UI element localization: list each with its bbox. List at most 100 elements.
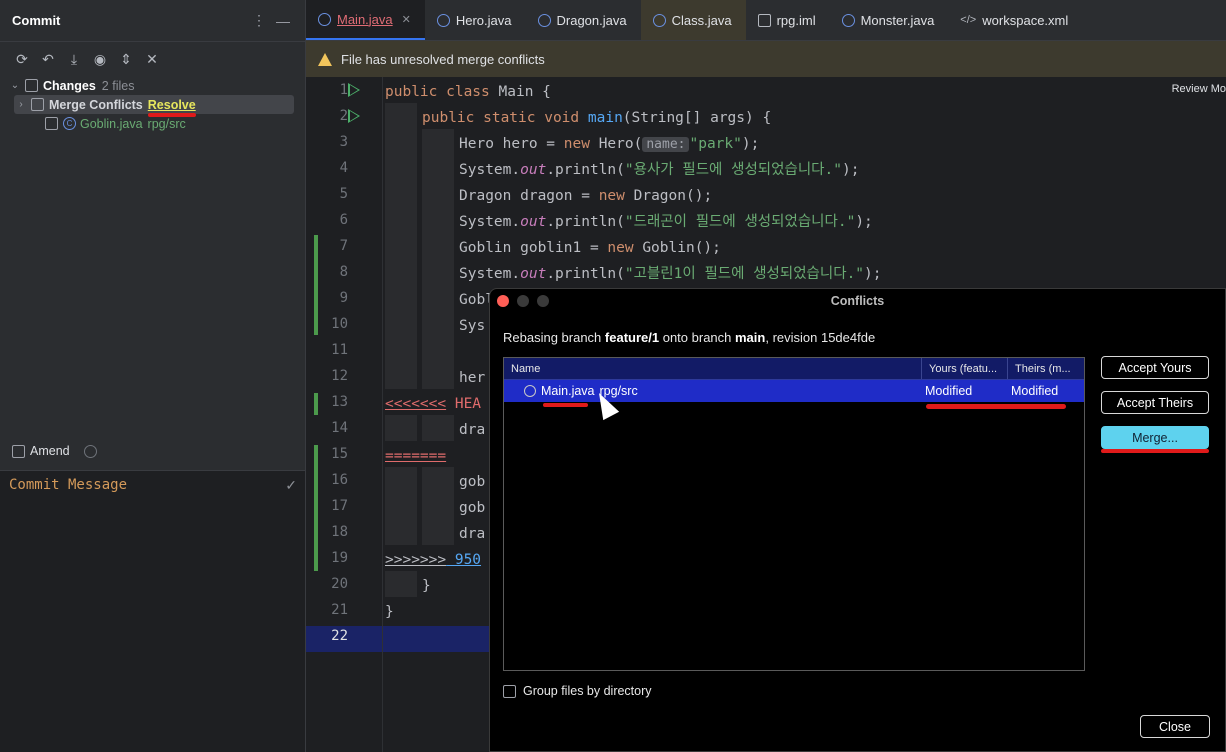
revision-hash: 950 [446,552,482,568]
amend-checkbox[interactable] [12,444,25,458]
tab-rpg-iml[interactable]: rpg.iml [746,0,830,40]
eye-icon[interactable]: ◉ [90,49,110,69]
file-path: rpg/src [147,116,186,131]
merge-conflicts-checkbox[interactable] [31,98,44,111]
tab-label: Hero.java [455,12,512,28]
keyword: new [607,240,643,256]
line-number: 7 [339,238,348,254]
code-text: System. [459,162,521,178]
close-button[interactable]: Close [1140,715,1210,738]
group-by-directory-checkbox[interactable] [503,684,516,698]
xml-file-icon: </> [960,13,977,26]
code-text: Goblin(); [642,240,721,256]
code-line: public static void main(String[] args) { [422,105,771,131]
conflict-separator: ======= [385,448,447,464]
code-line: System.out.println("용사가 필드에 생성되었습니다."); [459,157,859,183]
tab-workspace-xml[interactable]: </> workspace.xml [948,0,1082,40]
banner-text: File has unresolved merge conflicts [341,51,545,67]
tab-label: workspace.xml [982,12,1069,28]
conflict-marker-line: >>>>>>> 950 [385,547,481,573]
dialog-title: Conflicts [830,294,885,308]
ide-window: Commit ⋮ — ⟳ ↶ ⤓ ◉ ⇕ ✕ ⌄ Changes 2 files… [0,0,1226,752]
line-number: 16 [331,472,348,488]
target-branch: main [735,330,766,345]
conflict-start-marker: <<<<<<< [385,396,447,412]
java-class-icon [436,13,450,27]
line-number: 5 [339,186,348,202]
resolve-link[interactable]: Resolve [147,98,196,117]
keyword: public class [385,84,499,100]
code-line: Hero hero = new Hero(name: "park"); [459,131,759,157]
java-class-icon [652,13,666,27]
code-line: Goblin goblin1 = new Goblin(); [459,235,721,261]
line-number: 19 [331,550,348,566]
column-header-theirs[interactable]: Theirs (m... [1008,358,1084,379]
line-number: 13 [331,394,348,410]
column-header-yours[interactable]: Yours (featu... [922,358,1008,379]
expand-all-icon[interactable]: ⇕ [116,49,136,69]
review-mode-label[interactable]: Review Mo [1172,83,1226,95]
tab-class-java[interactable]: Class.java [640,0,746,40]
changes-count: 2 files [101,78,135,93]
line-number: 21 [331,602,348,618]
annotation-underline [1101,449,1209,453]
code-line: gob [459,474,486,490]
annotation-underline [147,112,196,117]
more-options-icon[interactable]: ⋮ [249,12,269,29]
module-file-icon [757,13,771,27]
column-header-name[interactable]: Name [504,358,922,379]
editor-tabs: Main.java ✕ Hero.java Dragon.java Class.… [306,0,1226,41]
merge-button[interactable]: Merge... [1101,426,1209,449]
refresh-icon[interactable]: ⟳ [12,49,32,69]
tab-main-java[interactable]: Main.java ✕ [306,0,425,40]
close-icon[interactable]: ✕ [402,13,411,26]
code-text: .println( [546,162,625,178]
code-line: Sys [459,318,486,334]
file-checkbox[interactable] [45,117,58,130]
vcs-change-marker [314,235,318,335]
indent-guide [385,571,417,597]
code-line: gob [459,500,486,516]
keyword: new [598,188,634,204]
line-number: 17 [331,498,348,514]
merge-conflicts-row[interactable]: › Merge Conflicts Resolve [14,95,294,117]
changes-label: Changes [43,78,96,93]
code-line: System.out.println("드래곤이 필드에 생성되었습니다."); [459,209,873,235]
rollback-icon[interactable]: ↶ [38,49,58,69]
code-line: dra [459,422,486,438]
download-icon[interactable]: ⤓ [64,49,84,69]
history-clock-icon[interactable] [83,444,97,458]
indent-guide [385,467,417,545]
chevron-right-icon[interactable]: › [14,99,28,110]
run-icon[interactable] [348,83,360,97]
tab-dragon-java[interactable]: Dragon.java [526,0,641,40]
method-name: main [587,110,623,126]
line-number: 8 [339,264,348,280]
line-gutter: 1 2 3 4 5 6 7 8 9 10 11 12 13 14 15 16 1… [306,77,383,752]
code-text: HEA [446,396,482,412]
tab-monster-java[interactable]: Monster.java [830,0,949,40]
line-number: 12 [331,368,348,384]
changed-file-row[interactable]: C Goblin.java rpg/src [42,114,305,133]
java-class-icon [318,12,331,26]
commit-message-input[interactable]: Commit Message ✓ [0,470,305,752]
changes-checkbox[interactable] [25,79,38,92]
tab-hero-java[interactable]: Hero.java [425,0,526,40]
changes-group[interactable]: ⌄ Changes 2 files [8,76,305,95]
line-number: 15 [331,446,348,462]
line-number: 22 [331,628,348,644]
checkmark-icon[interactable]: ✓ [285,477,297,494]
amend-label: Amend [30,444,70,458]
source-branch: feature/1 [604,330,660,345]
string-literal: "용사가 필드에 생성되었습니다." [624,162,842,178]
dialog-subtitle: Rebasing branch feature/1 onto branch ma… [503,330,875,345]
accept-yours-button[interactable]: Accept Yours [1101,356,1209,379]
code-line: dra [459,526,486,542]
minimize-icon[interactable]: — [273,13,293,29]
run-icon[interactable] [348,109,360,123]
accept-theirs-button[interactable]: Accept Theirs [1101,391,1209,414]
code-text: System. [459,266,521,282]
conflict-end-marker: >>>>>>> [385,552,447,568]
collapse-all-icon[interactable]: ✕ [142,49,162,69]
chevron-down-icon[interactable]: ⌄ [8,80,22,91]
